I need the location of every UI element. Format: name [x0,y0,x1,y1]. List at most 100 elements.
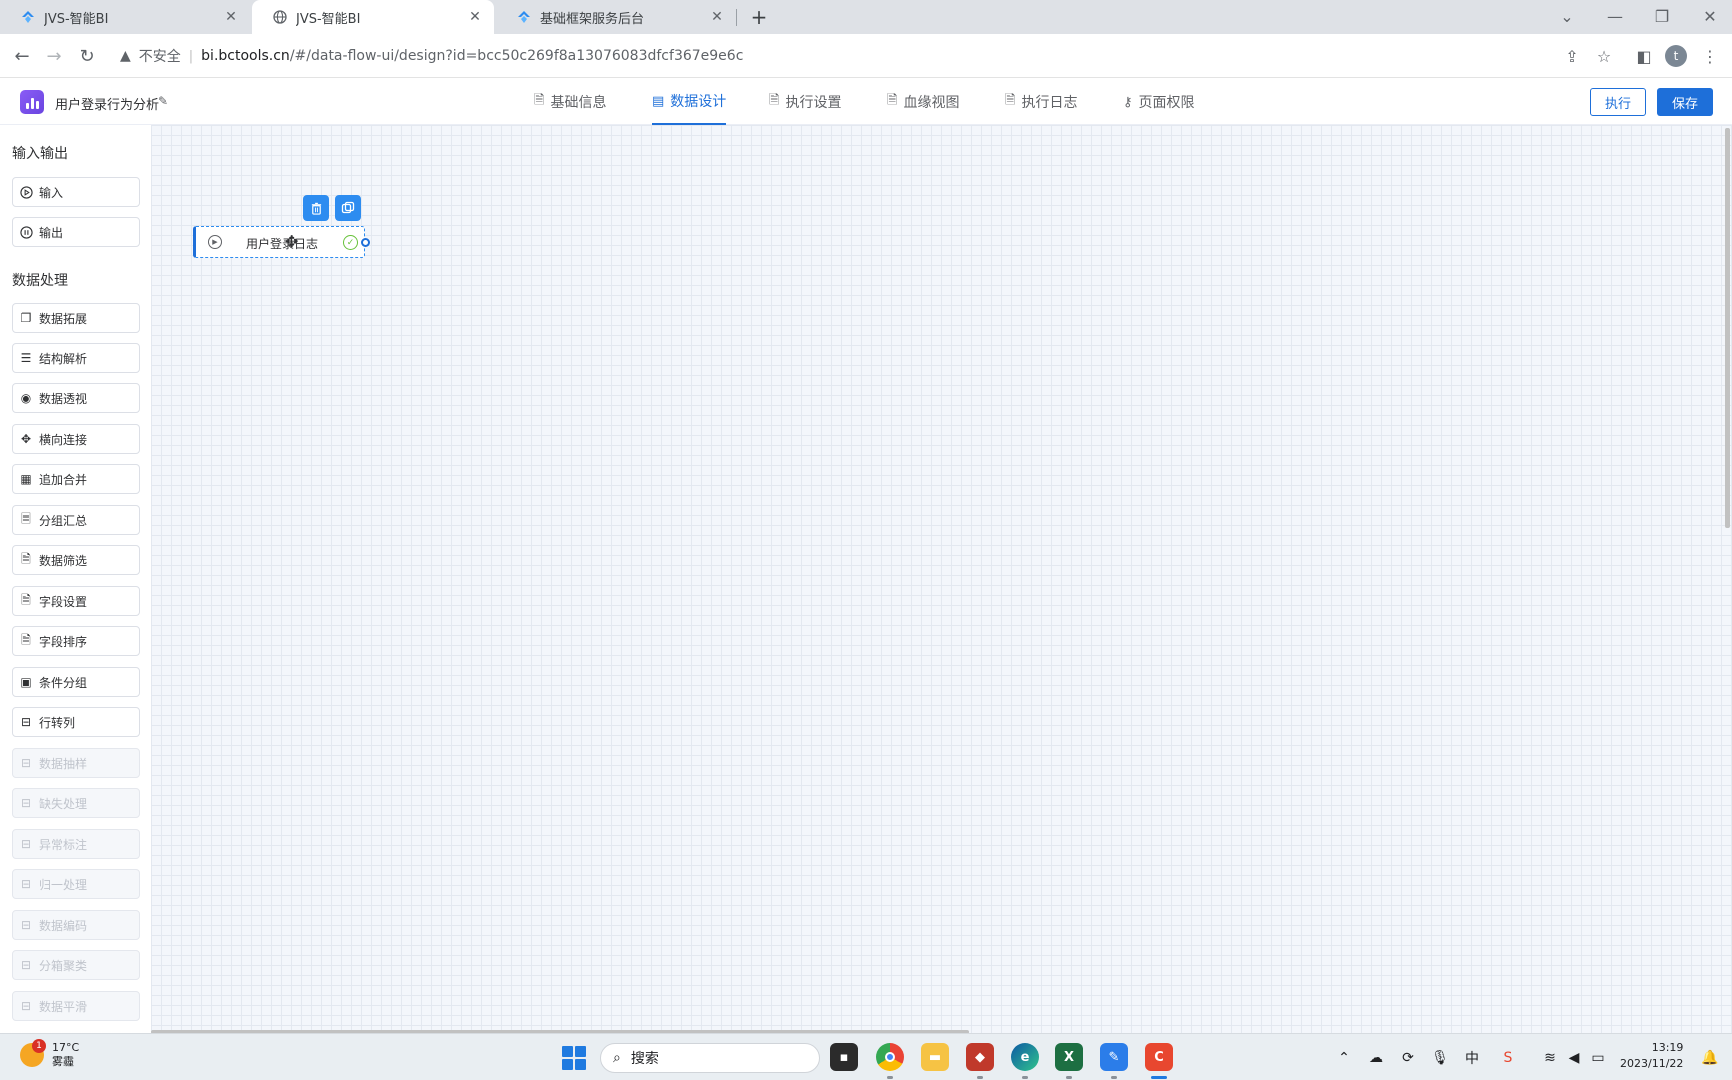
tray-chevron-up-icon[interactable]: ⌃ [1334,1048,1354,1068]
duplicate-icon[interactable] [335,195,361,221]
tab-label: 基础信息 [550,95,607,111]
app-cat-icon[interactable]: ◆ [966,1043,994,1071]
grid-icon: ▣ [20,675,32,689]
stack-icon: ⊟ [20,877,32,891]
browser-tab-title: 基础框架服务后台 [540,11,645,27]
tool-label: 数据抽样 [39,756,88,771]
tool-field-sort[interactable]: 🗎 字段排序 [12,626,140,656]
browser-tab-bar: JVS-智能BI ✕ JVS-智能BI ✕ 基础框架服务后台 ✕ + ⌄ — ❐… [0,0,1732,34]
flow-design-canvas[interactable] [151,125,1732,1033]
tab-search-chevron-icon[interactable]: ⌄ [1555,4,1579,28]
chrome-icon[interactable] [876,1043,904,1071]
url-path: /#/data-flow-ui/design?id=bcc50c269f8a13… [289,48,744,64]
tool-conditional-group[interactable]: ▣ 条件分组 [12,667,140,697]
window-close-icon[interactable]: ✕ [1698,4,1722,28]
list-doc-icon: 🗏 [21,511,31,526]
component-sidebar: 输入输出 输入 输出 数据处理 ❐ 数据拓展 ☰ 结构解析 ◉ 数据透视 ✥ 横… [0,125,151,1033]
taskbar-search[interactable]: ⌕ 搜索 [600,1043,820,1073]
menu-dots-icon[interactable]: ⋮ [1698,44,1722,68]
warning-icon[interactable]: ▲ [120,48,131,64]
volume-icon[interactable]: ◀ [1564,1048,1584,1068]
tool-label: 结构解析 [39,351,88,366]
close-icon[interactable]: ✕ [222,8,240,26]
new-tab-plus-icon[interactable]: + [748,5,770,29]
vertical-scrollbar[interactable] [1725,128,1730,528]
reload-icon[interactable]: ↻ [75,44,99,68]
cloud-icon[interactable]: ☁ [1366,1048,1386,1068]
side-panel-icon[interactable]: ◧ [1632,44,1656,68]
stack-icon: ⊟ [20,837,32,851]
system-clock[interactable]: 13:19 2023/11/22 [1620,1040,1683,1072]
browser-tab-jvs-1[interactable]: JVS-智能BI ✕ [0,0,250,34]
restore-icon[interactable]: ❐ [1650,4,1674,28]
save-button[interactable]: 保存 [1657,88,1713,116]
edit-pencil-icon[interactable]: ✎ [158,94,168,108]
app-header: 用户登录行为分析 ✎ 🗎 基础信息 ▤ 数据设计 🗎 执行设置 🗎 血缘视图 🗎 执行日志… [0,79,1732,125]
tool-append-merge[interactable]: ▦ 追加合并 [12,464,140,494]
tool-horizontal-join[interactable]: ✥ 横向连接 [12,424,140,454]
tool-row-to-column[interactable]: ⊟ 行转列 [12,707,140,737]
node-label: 用户登录日志 [246,237,319,251]
close-icon[interactable]: ✕ [708,8,726,26]
tool-output[interactable]: 输出 [12,217,140,247]
running-indicator [1111,1076,1117,1079]
tool-input[interactable]: 输入 [12,177,140,207]
tool-anomaly-marking: ⊟ 异常标注 [12,829,140,859]
tool-label: 字段设置 [39,594,88,609]
tab-lineage-view[interactable]: 🗎 血缘视图 [887,79,959,125]
tab-exec-log[interactable]: 🗎 执行日志 [1005,79,1077,125]
tool-structure-parse[interactable]: ☰ 结构解析 [12,343,140,373]
battery-icon[interactable]: ▭ [1588,1048,1608,1068]
os-taskbar: 1 17°C 雾霾 ⌕ 搜索 ▪ ▬ ◆ e X ✎ C ⌃ ☁ ⟳ 🎙 中 S… [0,1033,1732,1080]
execute-button[interactable]: 执行 [1590,88,1646,116]
ime-indicator[interactable]: 中 [1462,1048,1482,1068]
forward-arrow-icon[interactable]: → [42,44,66,68]
running-indicator [977,1076,983,1079]
paint-icon[interactable]: ✎ [1100,1043,1128,1071]
tool-field-settings[interactable]: 🗎 字段设置 [12,586,140,616]
edge-icon[interactable]: e [1011,1043,1039,1071]
tab-data-design[interactable]: ▤ 数据设计 [652,79,727,125]
back-arrow-icon[interactable]: ← [10,44,34,68]
excel-icon[interactable]: X [1055,1043,1083,1071]
output-port[interactable] [361,238,370,247]
trash-icon[interactable] [303,195,329,221]
document-icon: 🗎 [1005,93,1016,108]
sliders-icon: ☰ [20,351,32,365]
file-explorer-icon[interactable]: ▬ [921,1043,949,1071]
move-cursor-icon: ✥ [285,232,299,251]
star-icon[interactable]: ☆ [1592,44,1616,68]
tab-page-permissions[interactable]: ⚷ 页面权限 [1123,79,1195,125]
tab-exec-settings[interactable]: 🗎 执行设置 [769,79,841,125]
sogou-icon[interactable]: S [1498,1048,1518,1068]
tool-data-extend[interactable]: ❐ 数据拓展 [12,303,140,333]
tool-data-smoothing: ⊟ 数据平滑 [12,991,140,1021]
document-icon: 🗎 [769,93,780,108]
section-title-processing: 数据处理 [12,273,68,289]
recorder-app-icon[interactable]: C [1145,1043,1173,1071]
browser-tab-admin[interactable]: 基础框架服务后台 ✕ [496,0,736,34]
weather-widget[interactable]: 1 17°C 雾霾 [20,1039,79,1069]
tool-pivot[interactable]: ◉ 数据透视 [12,383,140,413]
microphone-icon[interactable]: 🎙 [1430,1048,1450,1068]
flow-node-input[interactable]: ▶ 用户登录日志 ✥ ✓ [193,226,370,258]
tool-data-filter[interactable]: 🗎 数据筛选 [12,545,140,575]
task-view-icon[interactable]: ▪ [830,1043,858,1071]
windows-start-icon[interactable] [562,1046,586,1070]
wifi-icon[interactable]: ≋ [1540,1048,1560,1068]
doc-icon: 🗎 [21,632,31,647]
sync-icon[interactable]: ⟳ [1398,1048,1418,1068]
share-icon[interactable]: ⇪ [1560,44,1584,68]
address-bar[interactable]: ▲ 不安全 | bi.bctools.cn/#/data-flow-ui/des… [110,41,1630,71]
running-indicator [1022,1076,1028,1079]
play-circle-icon: ▶ [208,235,222,249]
tab-basic-info[interactable]: 🗎 基础信息 [534,79,606,125]
stack-icon: ⊟ [20,918,32,932]
tool-group-summary[interactable]: 🗏 分组汇总 [12,505,140,535]
tool-label: 数据拓展 [39,311,88,326]
minimize-icon[interactable]: — [1603,4,1627,28]
notification-bell-icon[interactable]: 🔔 [1700,1048,1720,1068]
close-icon[interactable]: ✕ [466,8,484,26]
browser-tab-jvs-2[interactable]: JVS-智能BI ✕ [252,0,494,34]
profile-avatar[interactable]: t [1665,45,1687,67]
